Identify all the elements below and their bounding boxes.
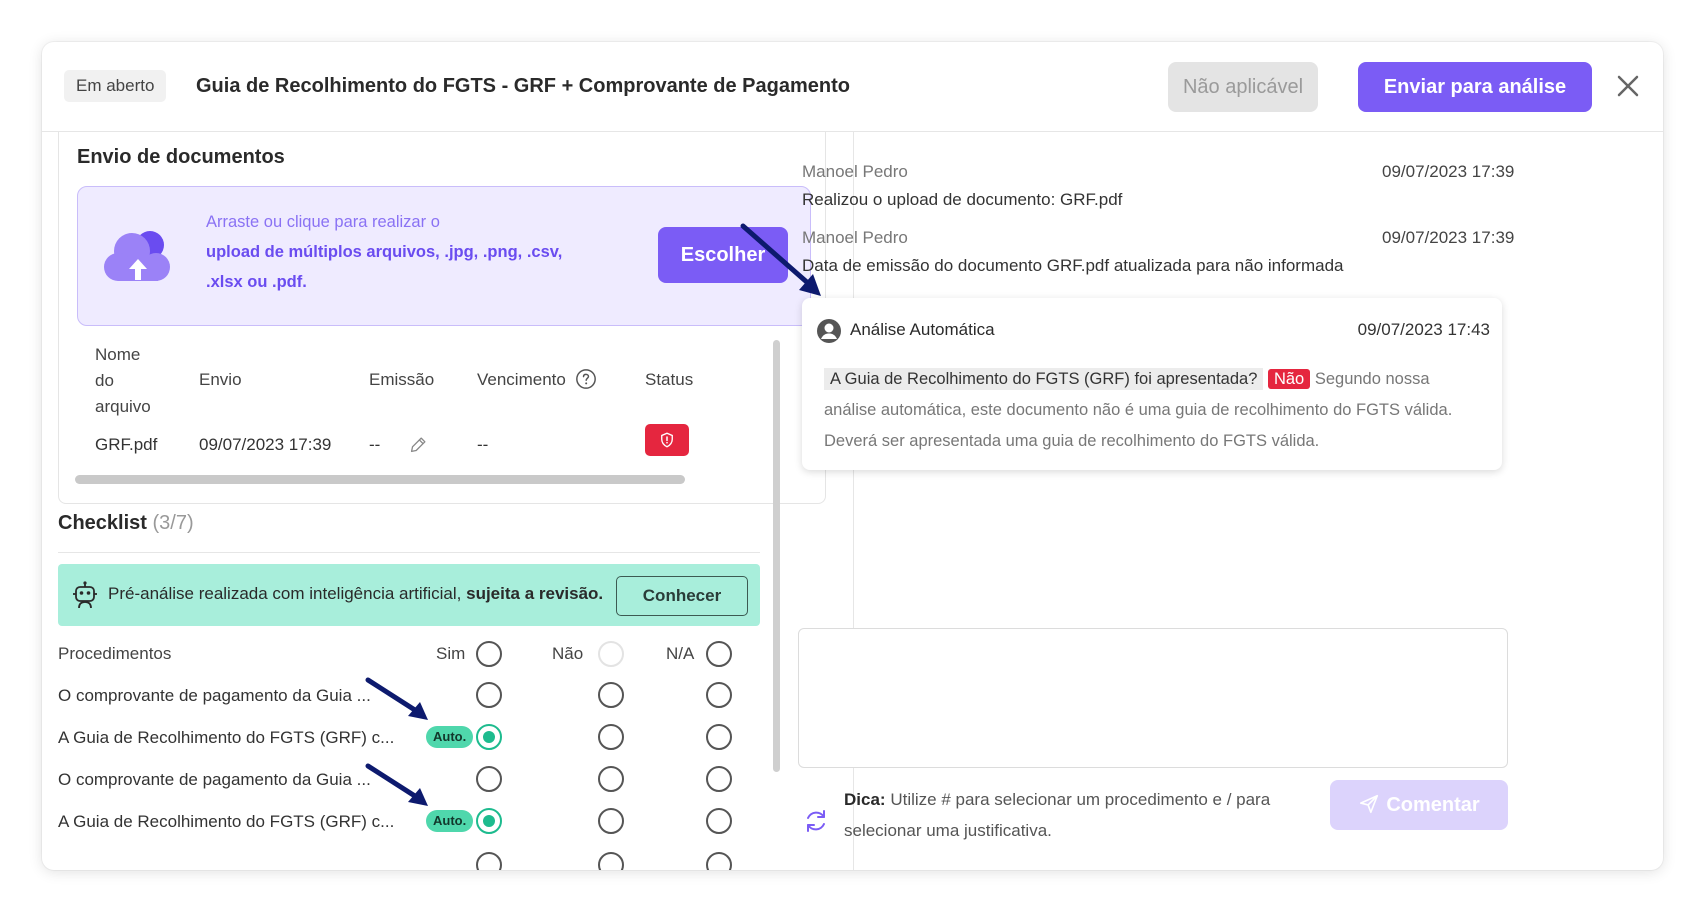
robot-icon bbox=[73, 581, 97, 609]
dropzone-formats: upload de múltiplos arquivos, .jpg, .png… bbox=[206, 243, 563, 261]
not-applicable-button[interactable]: Não aplicável bbox=[1168, 62, 1318, 112]
column-issue: Emissão bbox=[369, 370, 435, 389]
file-sent-date: 09/07/2023 17:39 bbox=[199, 435, 332, 454]
comment-input[interactable] bbox=[798, 628, 1508, 768]
close-icon[interactable] bbox=[1612, 70, 1644, 102]
select-all-na-radio[interactable] bbox=[706, 641, 732, 667]
item-na-radio[interactable] bbox=[706, 766, 732, 792]
annotation-arrow-icon bbox=[365, 677, 428, 720]
checklist-count: (3/7) bbox=[152, 512, 194, 534]
column-sent: Envio bbox=[199, 370, 242, 389]
procedures-header: Procedimentos bbox=[58, 644, 172, 663]
column-yes: Sim bbox=[436, 644, 466, 663]
column-status: Status bbox=[645, 370, 694, 389]
activity-panel: Manoel Pedro 09/07/2023 17:39 Realizou o… bbox=[782, 132, 1663, 870]
analysis-body: A Guia de Recolhimento do FGTS (GRF) foi… bbox=[824, 364, 1484, 457]
dropzone-formats-cont: .xlsx ou .pdf. bbox=[206, 273, 307, 291]
checklist-title: Checklist (3/7) bbox=[58, 512, 194, 534]
comment-button[interactable]: Comentar bbox=[1330, 780, 1508, 830]
column-due: Vencimento bbox=[477, 367, 597, 393]
activity-date: 09/07/2023 17:39 bbox=[1382, 162, 1515, 181]
refresh-icon[interactable] bbox=[802, 807, 830, 835]
analysis-date: 09/07/2023 17:43 bbox=[1357, 320, 1490, 339]
item-yes-radio[interactable] bbox=[476, 852, 502, 870]
item-no-radio[interactable] bbox=[598, 852, 624, 870]
column-na: N/A bbox=[666, 644, 695, 663]
activity-author: Manoel Pedro bbox=[802, 162, 908, 181]
document-title: Guia de Recolhimento do FGTS - GRF + Com… bbox=[196, 75, 850, 97]
user-avatar-icon bbox=[817, 319, 841, 343]
procedure-item[interactable]: O comprovante de pagamento da Guia ... bbox=[58, 770, 371, 790]
modal-header: Em aberto Guia de Recolhimento do FGTS -… bbox=[42, 42, 1663, 132]
checklist-divider bbox=[58, 552, 760, 553]
comment-tip: Dica: Utilize # para selecionar um proce… bbox=[844, 790, 1271, 840]
vertical-scrollbar[interactable] bbox=[773, 340, 780, 772]
analysis-question: A Guia de Recolhimento do FGTS (GRF) foi… bbox=[824, 368, 1264, 390]
analysis-answer-badge: Não bbox=[1267, 369, 1311, 389]
annotation-arrow-icon bbox=[740, 223, 821, 296]
cloud-upload-icon bbox=[104, 231, 170, 281]
horizontal-scrollbar[interactable] bbox=[75, 475, 685, 484]
send-icon bbox=[1360, 794, 1379, 814]
item-no-radio[interactable] bbox=[598, 724, 624, 750]
item-no-radio[interactable] bbox=[598, 682, 624, 708]
item-na-radio[interactable] bbox=[706, 682, 732, 708]
activity-date: 09/07/2023 17:39 bbox=[1382, 228, 1515, 247]
item-no-radio[interactable] bbox=[598, 766, 624, 792]
item-yes-radio[interactable] bbox=[476, 808, 502, 834]
automatic-analysis-card: Análise Automática 09/07/2023 17:43 A Gu… bbox=[802, 298, 1502, 470]
file-issue-date: -- bbox=[369, 435, 381, 454]
status-badge[interactable] bbox=[645, 424, 689, 456]
ai-banner: Pré-análise realizada com inteligência a… bbox=[58, 564, 760, 626]
upload-card: Envio de documentos Arraste ou clique pa… bbox=[58, 132, 826, 504]
select-all-yes-radio[interactable] bbox=[476, 641, 502, 667]
left-panel: Envio de documentos Arraste ou clique pa… bbox=[42, 132, 854, 870]
upload-dropzone[interactable]: Arraste ou clique para realizar o upload… bbox=[77, 186, 811, 326]
analysis-title: Análise Automática bbox=[850, 320, 995, 339]
item-na-radio[interactable] bbox=[706, 808, 732, 834]
activity-message: Realizou o upload de documento: GRF.pdf bbox=[802, 190, 1123, 209]
activity-message: Data de emissão do documento GRF.pdf atu… bbox=[802, 256, 1344, 275]
item-na-radio[interactable] bbox=[706, 852, 732, 870]
upload-section-title: Envio de documentos bbox=[77, 146, 285, 168]
item-na-radio[interactable] bbox=[706, 724, 732, 750]
file-due-date: -- bbox=[477, 435, 489, 454]
select-all-no-radio[interactable] bbox=[598, 641, 624, 667]
procedure-item[interactable]: O comprovante de pagamento da Guia ... bbox=[58, 686, 371, 706]
auto-tag: Auto. bbox=[426, 810, 474, 832]
column-file-name: Nome do arquivo bbox=[95, 345, 151, 416]
item-no-radio[interactable] bbox=[598, 808, 624, 834]
help-icon[interactable] bbox=[575, 368, 597, 390]
pencil-icon[interactable] bbox=[407, 434, 429, 456]
item-yes-radio[interactable] bbox=[476, 766, 502, 792]
shield-alert-icon bbox=[661, 432, 673, 448]
document-modal: Em aberto Guia de Recolhimento do FGTS -… bbox=[42, 42, 1663, 870]
dropzone-instruction: Arraste ou clique para realizar o bbox=[206, 213, 440, 231]
learn-more-button[interactable]: Conhecer bbox=[616, 576, 748, 616]
procedure-item[interactable]: A Guia de Recolhimento do FGTS (GRF) c..… bbox=[58, 728, 394, 748]
procedure-item[interactable]: A Guia de Recolhimento do FGTS (GRF) c..… bbox=[58, 812, 394, 832]
file-name[interactable]: GRF.pdf bbox=[95, 435, 157, 455]
auto-tag: Auto. bbox=[426, 726, 474, 748]
status-pill: Em aberto bbox=[64, 70, 167, 102]
send-for-analysis-button[interactable]: Enviar para análise bbox=[1358, 62, 1592, 112]
column-no: Não bbox=[552, 644, 584, 663]
ai-notice-text: Pré-análise realizada com inteligência a… bbox=[108, 584, 604, 603]
item-yes-radio[interactable] bbox=[476, 682, 502, 708]
item-yes-radio[interactable] bbox=[476, 724, 502, 750]
annotation-arrow-icon bbox=[365, 763, 428, 806]
